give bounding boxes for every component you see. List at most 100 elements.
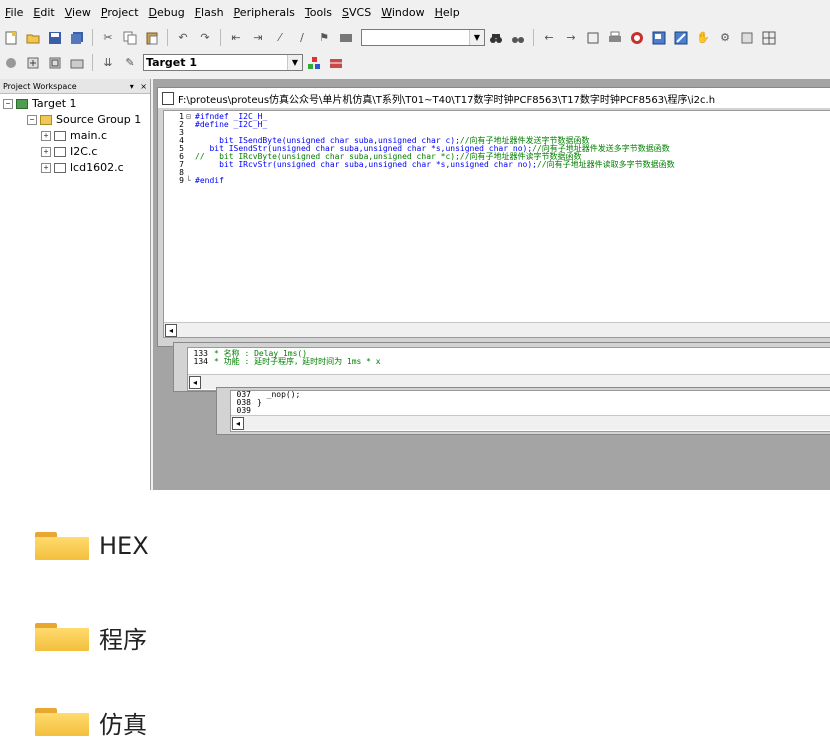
menu-file[interactable]: File (0, 6, 28, 19)
menu-peripherals[interactable]: Peripherals (229, 6, 300, 19)
find-in-files-icon[interactable] (338, 30, 354, 46)
horizontal-scrollbar[interactable]: ◂ (164, 322, 830, 337)
menu-project[interactable]: Project (96, 6, 144, 19)
editor-window-3: 037 _nop(); 038} 039 ◂ (216, 387, 830, 435)
manage-components-icon[interactable] (306, 55, 322, 71)
build-toolbar: ⇊ ✎ Target 1 ▼ (0, 50, 830, 75)
copy-icon[interactable] (122, 30, 138, 46)
find-next-icon[interactable] (510, 30, 526, 46)
paste-icon[interactable] (144, 30, 160, 46)
collapse-icon[interactable]: − (27, 114, 37, 125)
file-icon (54, 146, 66, 157)
document-icon (162, 91, 174, 105)
scroll-left-icon[interactable]: ◂ (189, 376, 201, 389)
target-combo[interactable]: Target 1 ▼ (143, 54, 303, 71)
folder-item-program[interactable]: 程序 (35, 617, 147, 657)
bookmark-icon[interactable]: ⚑ (316, 30, 332, 46)
folder-item-hex[interactable]: HEX (35, 526, 149, 566)
hand-icon[interactable]: ✋ (695, 30, 711, 46)
config-icon[interactable] (739, 30, 755, 46)
menu-help[interactable]: Help (430, 6, 465, 19)
target-options-icon[interactable]: ✎ (122, 55, 138, 71)
undo-icon[interactable]: ↶ (175, 30, 191, 46)
toolbar-separator (167, 29, 168, 46)
packs-icon[interactable] (328, 55, 344, 71)
menu-flash[interactable]: Flash (190, 6, 229, 19)
settings-grid-icon[interactable] (761, 30, 777, 46)
code-editor-2[interactable]: 133 * 名称 : Delay_1ms() 134 * 功能 : 延时子程序，延时时… (187, 347, 830, 391)
download-icon[interactable]: ⇊ (100, 55, 116, 71)
back-icon[interactable]: ← (541, 30, 557, 46)
code-token: bit IRcvStr(unsigned char suba,unsigned … (195, 160, 537, 169)
new-file-icon[interactable] (3, 30, 19, 46)
menu-view[interactable]: View (60, 6, 96, 19)
build-icon[interactable] (25, 55, 41, 71)
line-number: 9 (179, 176, 184, 185)
redo-icon[interactable]: ↷ (197, 30, 213, 46)
tree-target[interactable]: − Target 1 (3, 97, 77, 110)
print-icon[interactable] (607, 30, 623, 46)
code-comment: //向有子地址器件读取多字节数据函数 (536, 160, 675, 169)
tree-file-i2c[interactable]: + I2C.c (41, 145, 97, 158)
fold-marker[interactable]: └ (186, 177, 194, 185)
code-editor-3[interactable]: 037 _nop(); 038} 039 ◂ (230, 390, 830, 432)
translate-icon[interactable] (3, 55, 19, 71)
find-combo[interactable]: ▼ (361, 29, 485, 46)
window-icon[interactable] (651, 30, 667, 46)
toolbar-separator (220, 29, 221, 46)
forward-icon[interactable]: → (563, 30, 579, 46)
pin-icon[interactable]: ▾ (130, 82, 134, 91)
menu-window[interactable]: Window (376, 6, 429, 19)
code-text: * 功能 : 延时子程序，延时时间为 1ms * x (214, 357, 381, 366)
code-editor[interactable]: 1 ⊟ #ifndef _I2C_H_ 2 #define _I2C_H_ 3 4 bit … (163, 110, 830, 338)
menu-edit[interactable]: Edit (28, 6, 59, 19)
batch-build-icon[interactable] (69, 55, 85, 71)
toolbar-separator (533, 29, 534, 46)
save-all-icon[interactable] (69, 30, 85, 46)
indent-icon[interactable]: ⇤ (228, 30, 244, 46)
ide-window: File Edit View Project Debug Flash Perip… (0, 0, 830, 490)
menu-svcs[interactable]: SVCS (337, 6, 376, 19)
folder-icon (35, 532, 89, 560)
expand-icon[interactable]: + (41, 162, 51, 173)
horizontal-scrollbar[interactable]: ◂ (231, 415, 830, 430)
fold-marker[interactable]: ⊟ (186, 113, 194, 121)
menu-bar: File Edit View Project Debug Flash Perip… (0, 0, 830, 24)
tree-source-group[interactable]: − Source Group 1 (27, 113, 141, 126)
tools-icon[interactable]: ⚙ (717, 30, 733, 46)
code-text: } (257, 398, 262, 407)
code-text: bit IRcvStr(unsigned char suba,unsigned … (195, 161, 675, 169)
tree-file-main[interactable]: + main.c (41, 129, 107, 142)
menu-tools[interactable]: Tools (300, 6, 337, 19)
outdent-icon[interactable]: ⇥ (250, 30, 266, 46)
view-icon[interactable] (585, 30, 601, 46)
scroll-left-icon[interactable]: ◂ (165, 324, 177, 337)
close-icon[interactable]: × (140, 82, 147, 91)
save-icon[interactable] (47, 30, 63, 46)
chevron-down-icon[interactable]: ▼ (287, 55, 302, 70)
collapse-icon[interactable]: − (3, 98, 13, 109)
open-folder-icon[interactable] (25, 30, 41, 46)
folder-item-simulation[interactable]: 仿真 (35, 702, 147, 742)
file-icon (54, 162, 66, 173)
code-text: #define _I2C_H_ (195, 121, 267, 129)
uncomment-icon[interactable]: ∕ (294, 30, 310, 46)
binoculars-icon[interactable] (488, 30, 504, 46)
tree-file-label: I2C.c (70, 145, 98, 158)
expand-icon[interactable]: + (41, 146, 51, 157)
debug-start-icon[interactable] (629, 30, 645, 46)
menu-debug[interactable]: Debug (144, 6, 190, 19)
folder-label: HEX (99, 532, 149, 560)
toolbar-separator (92, 29, 93, 46)
folder-icon (40, 114, 52, 125)
scroll-left-icon[interactable]: ◂ (232, 417, 244, 430)
expand-icon[interactable]: + (41, 130, 51, 141)
rebuild-icon[interactable] (47, 55, 63, 71)
comment-icon[interactable]: ⁄ (272, 30, 288, 46)
cut-icon[interactable]: ✂ (100, 30, 116, 46)
line-number: 039 (236, 406, 251, 415)
tree-file-label: main.c (70, 129, 108, 142)
tree-file-lcd1602[interactable]: + lcd1602.c (41, 161, 124, 174)
window-layout-icon[interactable] (673, 30, 689, 46)
chevron-down-icon[interactable]: ▼ (469, 30, 484, 45)
